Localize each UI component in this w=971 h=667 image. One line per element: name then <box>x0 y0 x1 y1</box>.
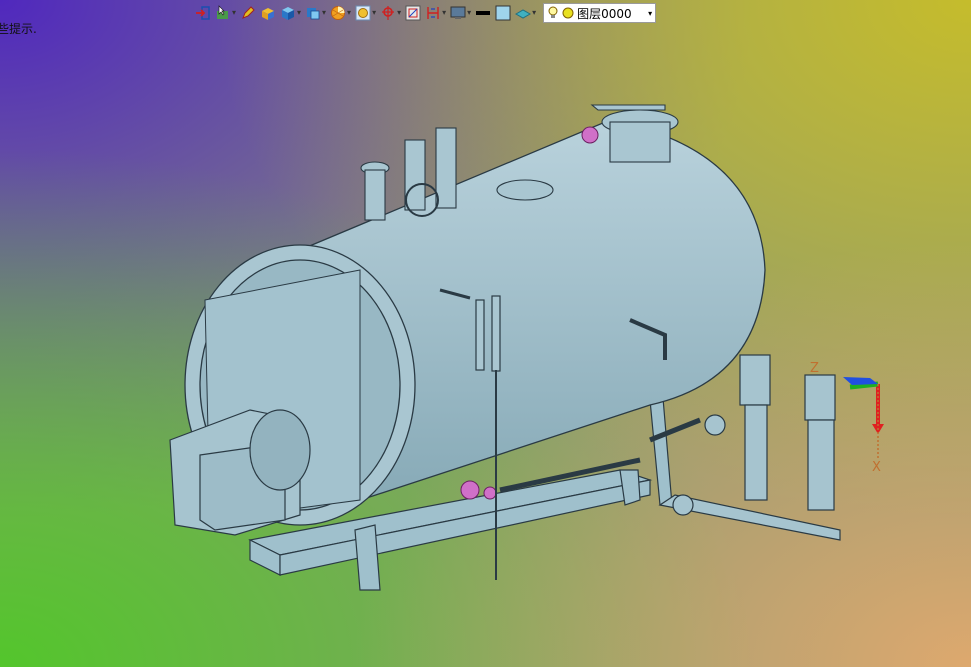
axis-x-label: X <box>872 460 881 475</box>
axis-z-label: Z <box>810 361 819 376</box>
cad-viewport[interactable]: Z X <box>0 0 971 667</box>
